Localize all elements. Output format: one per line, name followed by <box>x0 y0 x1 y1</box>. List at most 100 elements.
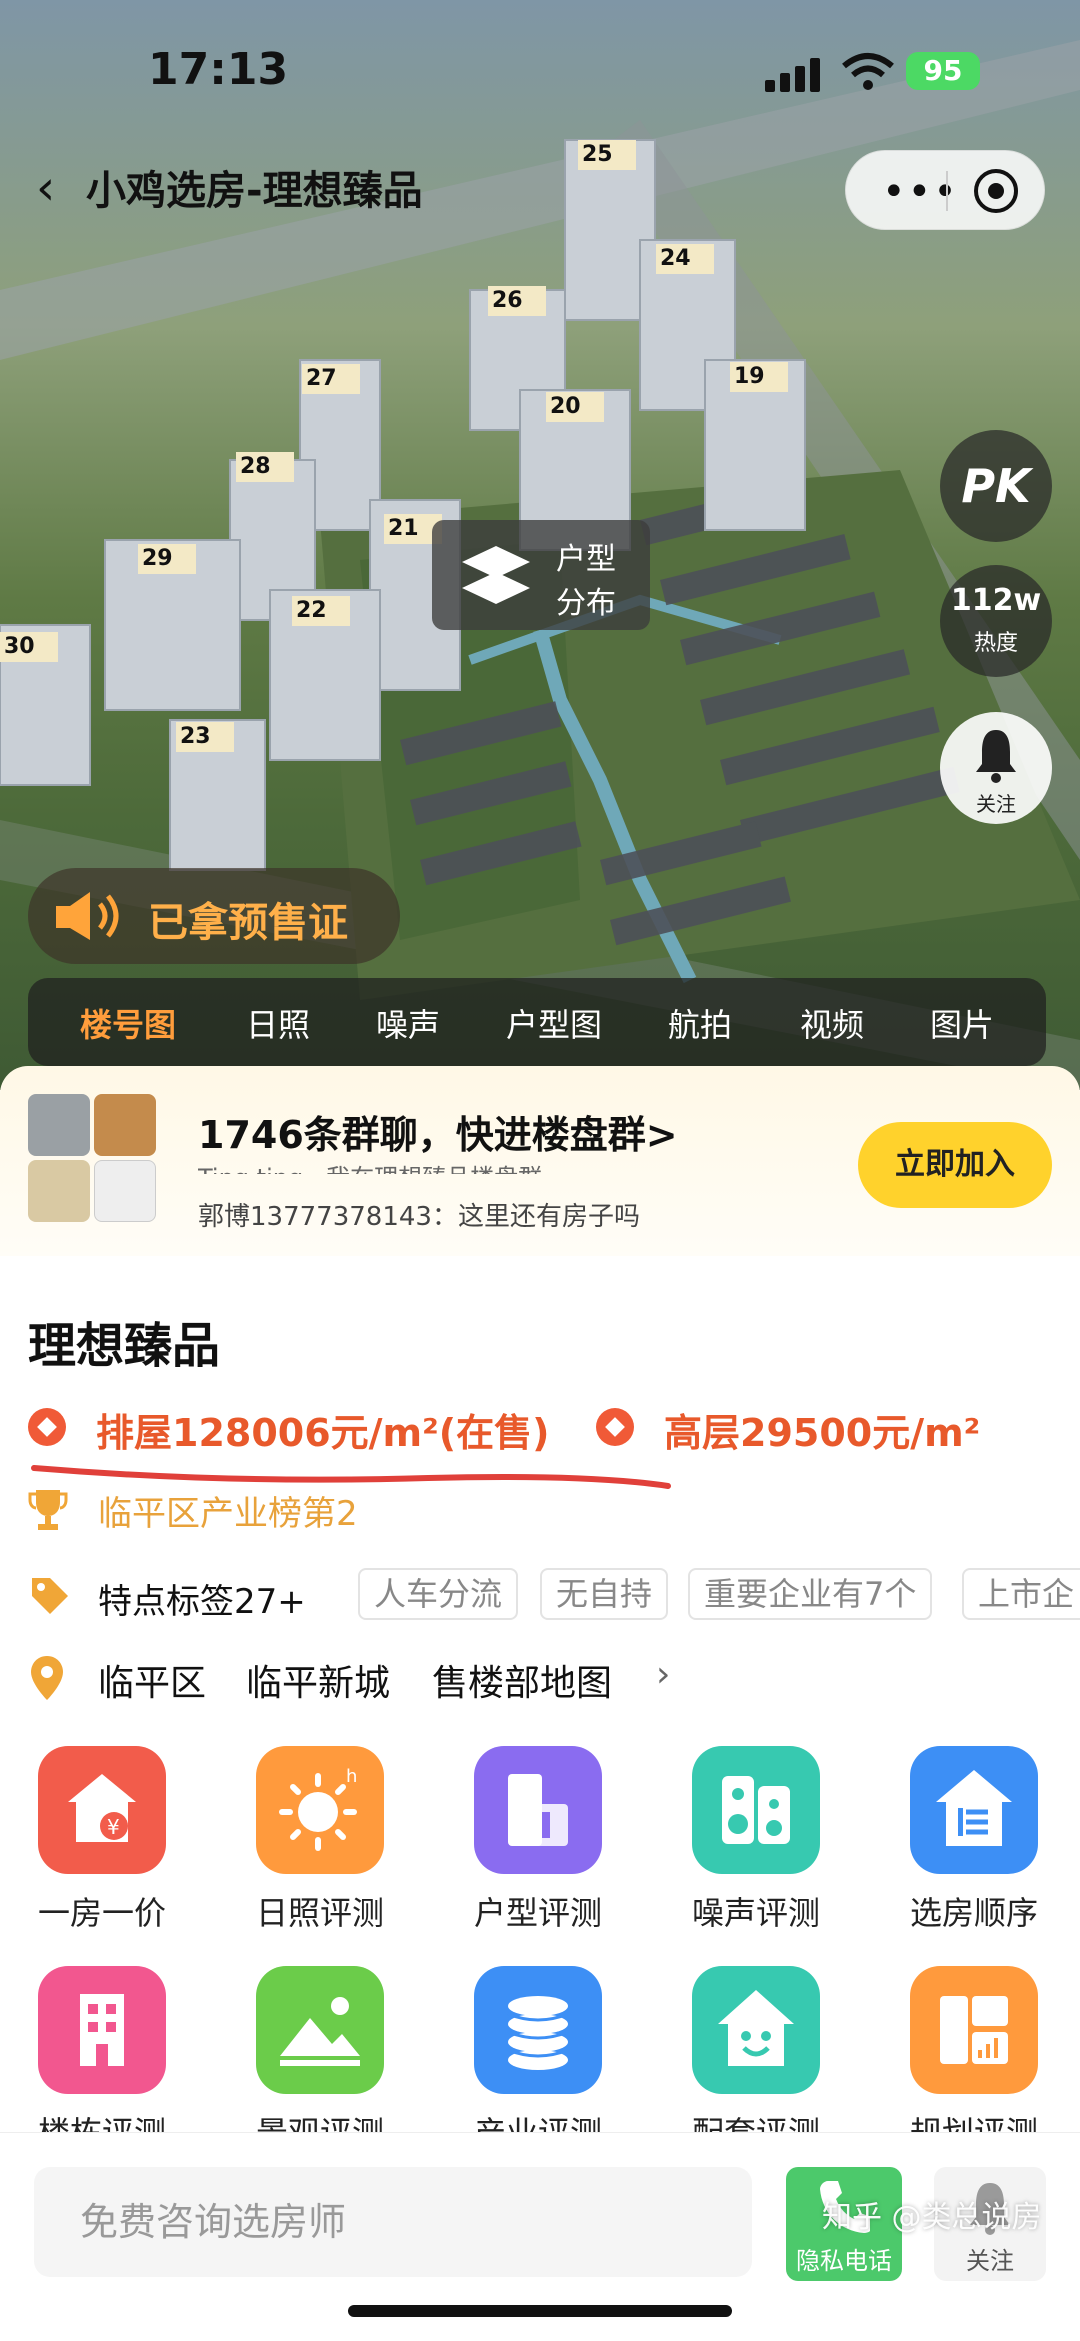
watermark: 知乎 @类总说房 <box>822 2200 1042 2235</box>
heat-label: 热度 <box>973 631 1018 656</box>
building-27-label[interactable]: 27 <box>306 366 337 391</box>
feature-label: 一房一价 <box>37 1894 166 1932</box>
tab-photos[interactable]: 图片 <box>930 1000 994 1046</box>
back-icon[interactable]: ‹ <box>36 160 55 216</box>
wifi-icon <box>842 53 894 90</box>
tab-noise[interactable]: 噪声 <box>376 1000 440 1046</box>
building-19-label[interactable]: 19 <box>734 364 765 389</box>
battery-indicator: 95 <box>906 52 980 90</box>
follow-label: 关注 <box>966 2247 1014 2275</box>
chevron-right-icon: › <box>656 1654 671 1695</box>
avatar <box>94 1094 156 1156</box>
cellular-signal-icon <box>765 58 820 92</box>
location-pin-icon <box>31 1656 63 1700</box>
price-diamond-icon <box>596 1408 634 1446</box>
speaker-icon <box>692 1746 820 1874</box>
group-avatars <box>28 1094 156 1222</box>
feature-tags-label: 特点标签27+ <box>98 1582 306 1622</box>
tag-chip[interactable]: 上市企 <box>962 1568 1080 1620</box>
unit-toggle-line1: 户型 <box>556 542 616 577</box>
tag-icon <box>32 1578 68 1614</box>
building-25-label[interactable]: 25 <box>582 142 613 167</box>
list-house-icon <box>910 1746 1038 1874</box>
building-icon <box>38 1966 166 2094</box>
feature-price-per-unit[interactable]: ¥ 一房一价 <box>0 1746 200 1946</box>
home-indicator[interactable] <box>348 2305 732 2317</box>
project-name: 理想臻品 <box>28 1318 221 1374</box>
feature-floorplan[interactable]: 户型评测 <box>436 1746 636 1946</box>
building-28-label[interactable]: 28 <box>240 454 271 479</box>
tag-chip[interactable]: 重要企业有7个 <box>688 1568 933 1620</box>
page-title: 小鸡选房-理想臻品 <box>86 168 423 214</box>
group-latest-message: 郭博13777378143：这里还有房子吗 <box>198 1202 640 1232</box>
building-22-label[interactable]: 22 <box>296 598 327 623</box>
group-headline: 1746条群聊，快进楼盘群> <box>198 1113 678 1157</box>
heat-badge: 112w 热度 <box>940 565 1052 677</box>
unit-distribution-toggle[interactable]: 户型 分布 <box>432 520 650 630</box>
location-row[interactable]: 临平区 临平新城 售楼部地图 › <box>28 1648 1028 1708</box>
pk-label: PK <box>961 459 1031 513</box>
sales-office-map-link[interactable]: 售楼部地图 <box>432 1654 612 1706</box>
svg-text:h: h <box>346 1766 357 1787</box>
feature-noise[interactable]: 噪声评测 <box>654 1746 854 1946</box>
hero-aerial-view[interactable]: 25 24 26 27 20 19 28 21 29 22 30 23 17:1… <box>0 0 1080 1090</box>
join-group-button[interactable]: 立即加入 <box>858 1122 1052 1208</box>
avatar <box>94 1160 156 1222</box>
floorplan-icon <box>474 1746 602 1874</box>
district-text: 临平区 <box>98 1663 207 1704</box>
feature-tags-row[interactable]: 特点标签27+ 人车分流 无自持 重要企业有7个 上市企 <box>28 1566 1080 1626</box>
coins-icon <box>474 1966 602 2094</box>
status-time: 17:13 <box>148 44 289 95</box>
group-chat-banner[interactable]: 1746条群聊，快进楼盘群> Ting ting · 我在理想臻品楼盘群... … <box>0 1066 1080 1256</box>
presale-banner: 已拿预售证 <box>28 868 400 964</box>
smile-house-icon <box>692 1966 820 2094</box>
status-bar: 17:13 95 <box>0 0 1080 140</box>
feature-label: 噪声评测 <box>691 1894 820 1932</box>
feature-selection-order[interactable]: 选房顺序 <box>872 1746 1072 1946</box>
industry-rank-text: 临平区产业榜第2 <box>98 1494 358 1534</box>
sun-icon: h <box>256 1746 384 1874</box>
bell-icon <box>976 730 1016 783</box>
building-26-label[interactable]: 26 <box>492 288 523 313</box>
consult-input[interactable]: 免费咨询选房师 <box>34 2167 752 2277</box>
landscape-icon <box>256 1966 384 2094</box>
avatar <box>28 1094 90 1156</box>
capsule-divider <box>946 171 948 211</box>
pk-compare-button[interactable]: PK <box>940 430 1052 542</box>
media-tabbar: 楼号图 日照 噪声 户型图 航拍 视频 图片 <box>28 978 1046 1066</box>
layers-icon <box>462 546 530 604</box>
tab-building-map[interactable]: 楼号图 <box>80 1000 176 1046</box>
speaker-icon <box>56 892 119 940</box>
building-23-label[interactable]: 23 <box>180 724 211 749</box>
presale-text: 已拿预售证 <box>148 900 348 946</box>
price-villa: 排屋128006元/m²(在售) <box>96 1411 550 1455</box>
tab-floorplan[interactable]: 户型图 <box>506 1000 602 1046</box>
building-21-label[interactable]: 21 <box>388 516 419 541</box>
trophy-icon <box>28 1490 68 1530</box>
unit-toggle-line2: 分布 <box>556 586 616 621</box>
plan-icon <box>910 1966 1038 2094</box>
tab-video[interactable]: 视频 <box>800 1000 864 1046</box>
tab-aerial[interactable]: 航拍 <box>668 1000 732 1046</box>
feature-sunlight[interactable]: h 日照评测 <box>218 1746 418 1946</box>
building-30-label[interactable]: 30 <box>4 634 35 659</box>
price-row: 排屋128006元/m²(在售) 高层29500元/m² <box>28 1396 1068 1456</box>
battery-level: 95 <box>923 54 963 87</box>
follow-fab-button[interactable]: 关注 <box>940 712 1052 824</box>
building-24-label[interactable]: 24 <box>660 246 691 271</box>
tag-chip[interactable]: 人车分流 <box>358 1568 519 1620</box>
price-diamond-icon <box>28 1408 66 1446</box>
heat-value: 112w <box>950 583 1042 618</box>
follow-fab-label: 关注 <box>976 792 1016 816</box>
miniapp-capsule: ••• <box>845 150 1045 230</box>
tag-chip[interactable]: 无自持 <box>540 1568 669 1620</box>
building-29-label[interactable]: 29 <box>142 546 173 571</box>
svg-text:¥: ¥ <box>107 1815 120 1839</box>
tab-sunlight[interactable]: 日照 <box>246 1000 310 1046</box>
feature-label: 日照评测 <box>255 1894 384 1932</box>
building-20-label[interactable]: 20 <box>550 394 581 419</box>
area-text: 临平新城 <box>246 1663 391 1704</box>
close-miniapp-icon[interactable] <box>974 169 1018 213</box>
feature-label: 户型评测 <box>473 1894 602 1932</box>
private-call-label: 隐私电话 <box>796 2247 892 2275</box>
